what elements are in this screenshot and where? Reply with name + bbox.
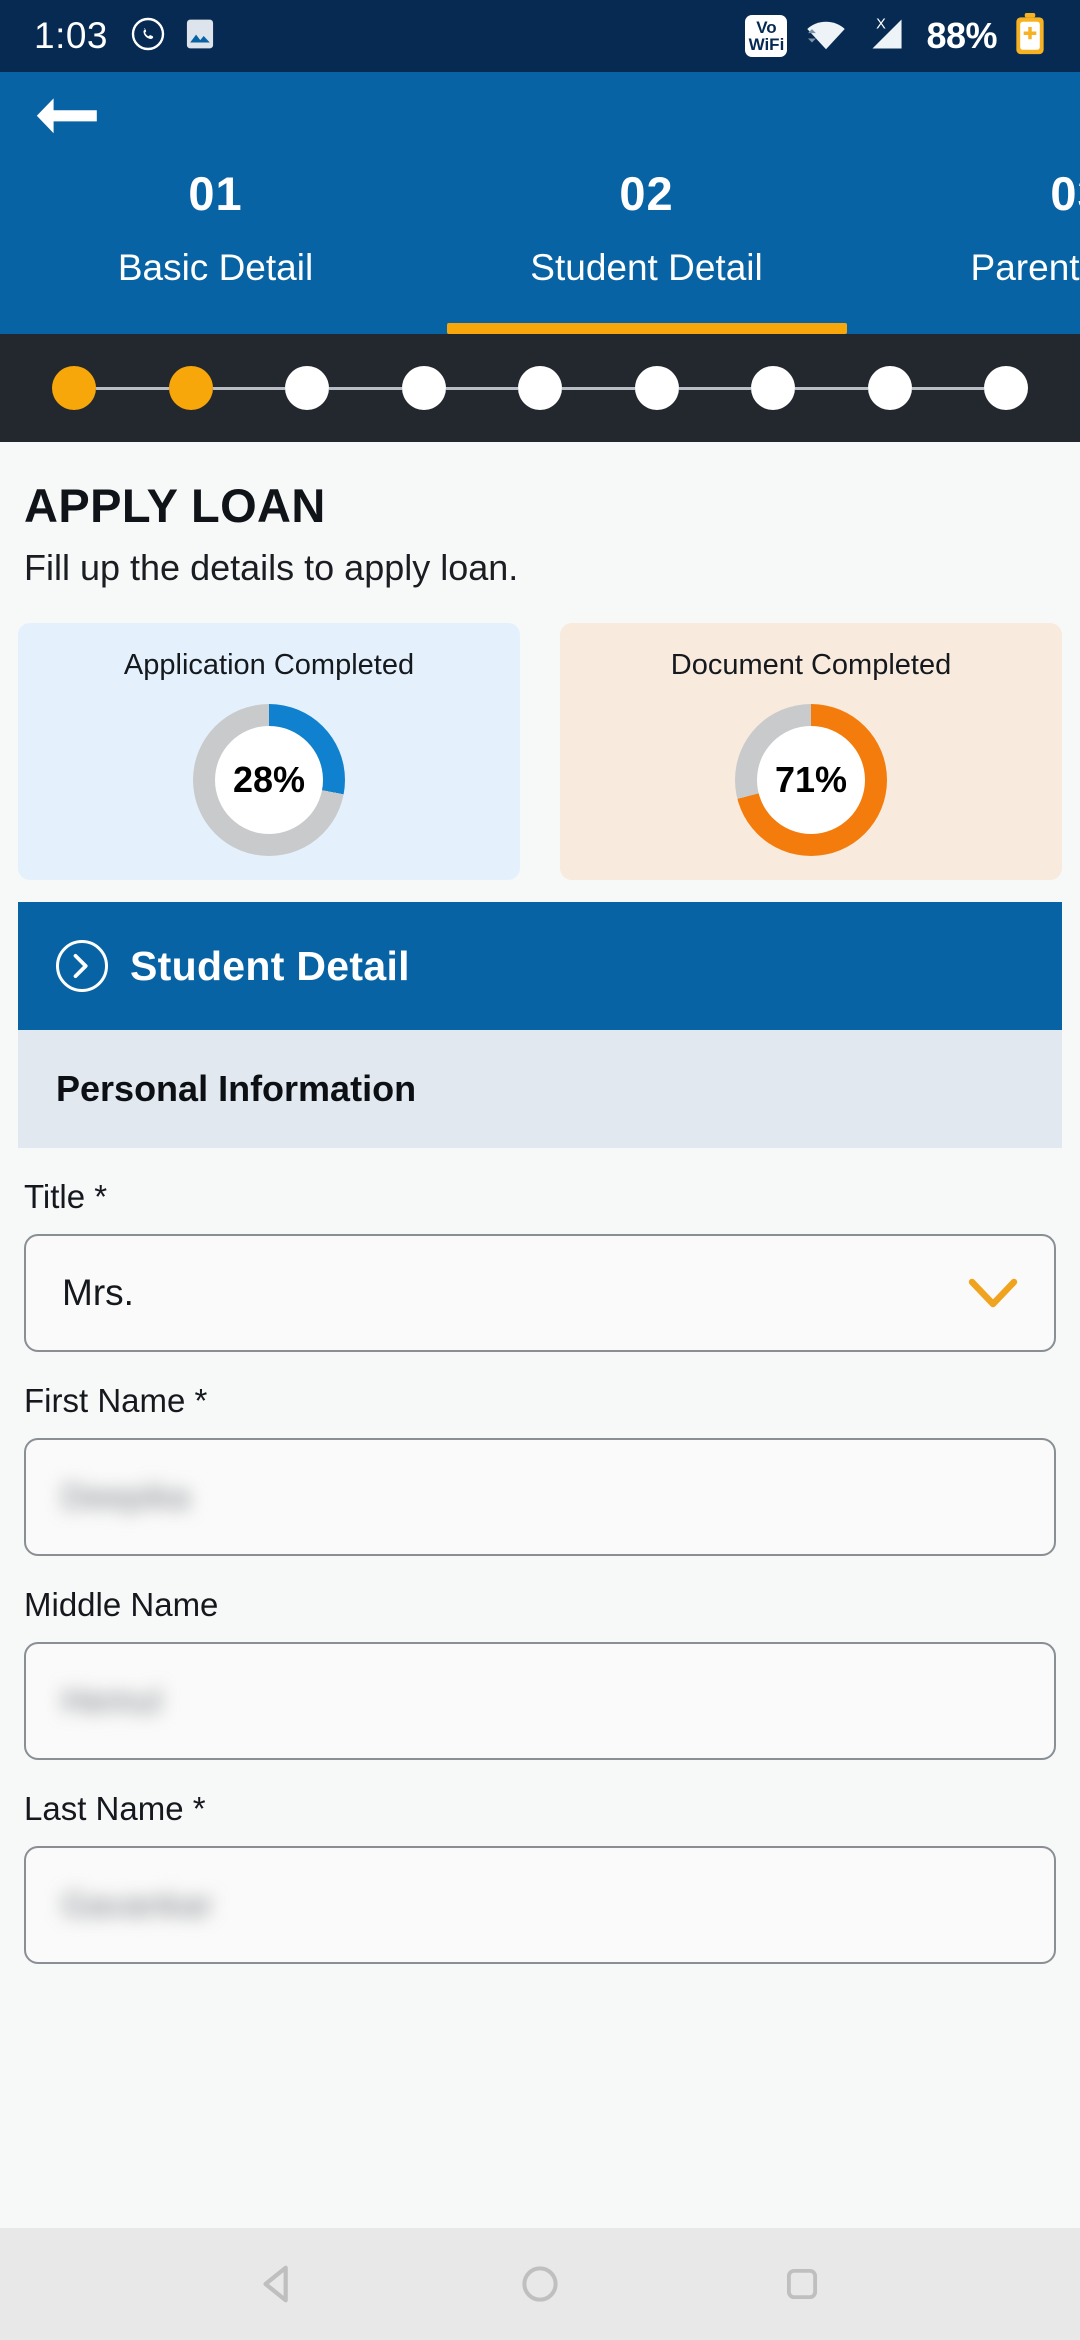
application-progress-donut: 28% (193, 704, 345, 856)
tab-number: 03 (1050, 167, 1080, 220)
step-connector (795, 386, 868, 390)
android-recents-icon[interactable] (776, 2258, 828, 2310)
document-completed-card: Document Completed 71% (560, 623, 1062, 880)
step-connector (562, 386, 635, 390)
student-detail-section-header[interactable]: Student Detail (18, 902, 1062, 1030)
student-detail-form: Title * Mrs. First Name * Deepika Middle… (0, 1178, 1080, 1964)
tab-label: Basic Detail (117, 247, 314, 288)
chevron-right-circle-icon (56, 940, 108, 992)
whatsapp-icon (130, 16, 166, 57)
status-bar-notification-icons (130, 16, 216, 57)
step-dot-completed[interactable] (168, 366, 213, 410)
field-last-name: Last Name * Gavankar (24, 1790, 1056, 1964)
card-title: Application Completed (123, 649, 415, 681)
field-label: Last Name * (24, 1790, 206, 1827)
tab-basic-detail[interactable]: 01 Basic Detail (0, 160, 431, 334)
field-title: Title * Mrs. (24, 1178, 1056, 1352)
donut-value: 71% (774, 759, 848, 800)
section-title: Student Detail (130, 942, 410, 989)
step-dot-pending[interactable] (634, 366, 679, 410)
back-arrow-icon[interactable] (34, 96, 100, 136)
step-dot-pending[interactable] (285, 366, 329, 410)
subsection-title: Personal Information (56, 1068, 417, 1109)
android-home-icon[interactable] (514, 2258, 566, 2310)
tab-number: 01 (188, 167, 243, 220)
step-dot-pending[interactable] (401, 366, 446, 410)
document-progress-donut: 71% (735, 704, 887, 856)
cellular-signal-no-service-icon: X (865, 14, 909, 59)
field-middle-name: Middle Name Hemul (24, 1586, 1056, 1760)
tab-parent-detail[interactable]: 03 Parent Detail (862, 160, 1080, 334)
step-dot-pending[interactable] (984, 366, 1028, 410)
svg-text:X: X (877, 16, 887, 32)
step-connector (329, 386, 402, 390)
application-completed-card: Application Completed 28% (18, 623, 520, 880)
step-connector (212, 386, 285, 390)
image-icon (184, 17, 216, 56)
volte-wifi-line2: WiFi (748, 35, 785, 54)
status-bar: 1:03 Vo WiFi X 88% (0, 0, 1080, 72)
step-connector (96, 386, 169, 390)
tab-number: 02 (619, 167, 674, 220)
title-select-value: Mrs. (62, 1272, 134, 1313)
step-connector (678, 386, 751, 390)
personal-information-subheader: Personal Information (18, 1030, 1062, 1148)
volte-wifi-line1: Vo (756, 18, 777, 37)
step-dot-pending[interactable] (518, 366, 562, 410)
middle-name-input[interactable]: Hemul (24, 1642, 1056, 1760)
title-select[interactable]: Mrs. (24, 1234, 1056, 1352)
chevron-down-icon[interactable] (968, 1278, 1018, 1308)
android-navigation-bar (0, 2228, 1080, 2340)
page-title-block: APPLY LOAN Fill up the details to apply … (0, 442, 1080, 589)
field-label: Title * (24, 1178, 108, 1215)
field-first-name: First Name * Deepika (24, 1382, 1056, 1556)
step-dot-pending[interactable] (867, 366, 912, 410)
donut-center: 28% (215, 726, 323, 834)
first-name-value: Deepika (62, 1478, 191, 1515)
page-title: APPLY LOAN (24, 479, 326, 532)
step-progress-dots (0, 334, 1080, 442)
page-subtitle: Fill up the details to apply loan. (24, 547, 519, 588)
tab-active-indicator (446, 323, 847, 334)
last-name-value: Gavankar (62, 1886, 214, 1923)
tab-label: Parent Detail (970, 247, 1080, 288)
status-bar-time: 1:03 (34, 15, 109, 56)
step-dot-pending[interactable] (751, 366, 795, 410)
android-back-icon[interactable] (252, 2258, 304, 2310)
tab-student-detail[interactable]: 02 Student Detail (431, 160, 862, 334)
status-bar-system-icons: Vo WiFi X 88% (745, 12, 1046, 60)
last-name-input[interactable]: Gavankar (24, 1846, 1056, 1964)
field-label: Middle Name (24, 1586, 219, 1623)
donut-center: 71% (757, 726, 865, 834)
wifi-icon (804, 16, 848, 57)
tab-label: Student Detail (530, 247, 763, 288)
step-connector (911, 386, 984, 390)
step-tabs: 01 Basic Detail 02 Student Detail 03 Par… (0, 160, 1080, 334)
step-dot-completed[interactable] (52, 366, 96, 410)
card-title: Document Completed (670, 649, 952, 681)
step-connector (445, 386, 518, 390)
volte-wifi-icon: Vo WiFi (745, 15, 788, 57)
first-name-input[interactable]: Deepika (24, 1438, 1056, 1556)
field-label: First Name * (24, 1382, 208, 1419)
header-back-row (0, 72, 1080, 160)
middle-name-value: Hemul (62, 1682, 163, 1719)
battery-percentage: 88% (926, 15, 997, 56)
battery-charging-icon (1014, 12, 1046, 60)
progress-cards: Application Completed 28% Document Compl… (0, 589, 1080, 880)
donut-value: 28% (232, 759, 306, 800)
app-header: 01 Basic Detail 02 Student Detail 03 Par… (0, 72, 1080, 334)
